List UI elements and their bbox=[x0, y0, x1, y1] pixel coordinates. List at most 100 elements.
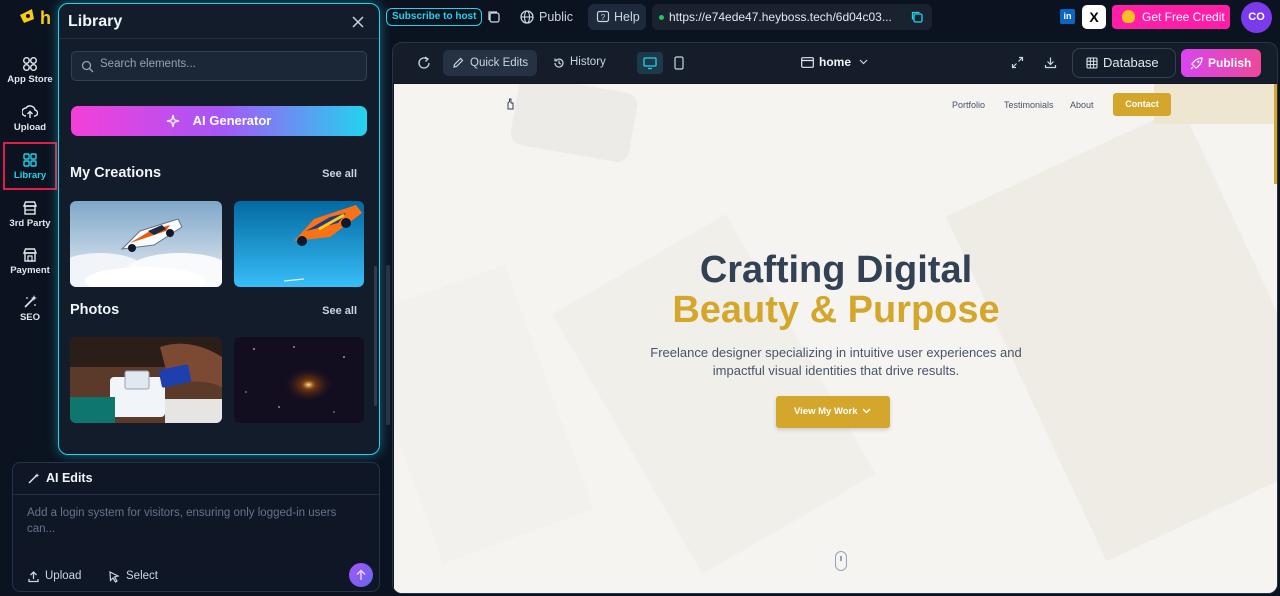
subscribe-to-host-button[interactable]: Subscribe to host bbox=[386, 8, 483, 26]
chevron-down-icon bbox=[859, 59, 868, 65]
site-url-box[interactable]: https://e74ede47.heyboss.tech/6d04c03... bbox=[652, 4, 932, 30]
nav-item-3rd-party[interactable]: 3rd Party bbox=[0, 192, 60, 240]
site-logo-icon[interactable] bbox=[504, 98, 516, 110]
photo-thumbnail[interactable] bbox=[234, 337, 364, 423]
ai-generator-button[interactable]: AI Generator bbox=[71, 106, 367, 136]
photos-title: Photos bbox=[70, 302, 120, 318]
help-label: Help bbox=[614, 10, 640, 24]
app-store-icon bbox=[23, 57, 37, 71]
library-title: Library bbox=[68, 13, 123, 30]
expand-icon[interactable] bbox=[1011, 56, 1024, 69]
hero-subtitle: Freelance designer specializing in intui… bbox=[650, 345, 1022, 378]
library-search[interactable] bbox=[71, 51, 367, 81]
nav-link-about[interactable]: About bbox=[1070, 100, 1094, 110]
quick-edits-button[interactable]: Quick Edits bbox=[443, 50, 537, 76]
mobile-view-icon[interactable] bbox=[674, 56, 684, 70]
linkedin-icon[interactable]: in bbox=[1060, 9, 1075, 24]
ai-prompt-input[interactable]: Add a login system for visitors, ensurin… bbox=[27, 505, 357, 537]
site-url[interactable]: https://e74ede47.heyboss.tech/6d04c03... bbox=[669, 10, 892, 24]
scroll-mouse-icon bbox=[835, 551, 847, 571]
history-icon bbox=[554, 58, 564, 68]
photo-thumbnail[interactable] bbox=[70, 337, 222, 423]
upload-icon bbox=[28, 571, 39, 583]
contact-button[interactable]: Contact bbox=[1113, 93, 1171, 116]
nav-label: Upload bbox=[13, 122, 47, 133]
library-scrollbar[interactable] bbox=[374, 266, 377, 406]
desktop-icon bbox=[643, 57, 657, 70]
galaxy-photo bbox=[234, 337, 364, 423]
close-icon[interactable] bbox=[351, 15, 365, 29]
refresh-icon[interactable] bbox=[417, 56, 431, 70]
view-my-work-label: View My Work bbox=[794, 406, 858, 417]
search-icon bbox=[81, 60, 94, 73]
heyboss-logo[interactable]: h bbox=[18, 5, 58, 29]
view-my-work-button[interactable]: View My Work bbox=[776, 396, 890, 428]
nav-label: 3rd Party bbox=[9, 218, 51, 229]
page-icon bbox=[801, 57, 814, 68]
store-icon bbox=[22, 201, 38, 215]
quick-edits-label: Quick Edits bbox=[470, 57, 529, 69]
see-all-photos-link[interactable]: See all bbox=[322, 305, 357, 317]
send-button[interactable] bbox=[349, 563, 373, 587]
race-car-sky-image bbox=[234, 201, 364, 287]
pencil-icon bbox=[453, 57, 464, 68]
money-bag-icon bbox=[1122, 10, 1135, 23]
creation-thumbnail[interactable] bbox=[70, 201, 222, 287]
select-button[interactable]: Select bbox=[108, 570, 158, 583]
nav-label: Payment bbox=[10, 265, 50, 276]
desktop-view-button[interactable] bbox=[637, 52, 663, 74]
arrow-up-icon bbox=[356, 569, 366, 580]
hero-heading-line2: Beauty & Purpose bbox=[672, 289, 1000, 331]
help-button[interactable]: ? Help bbox=[588, 4, 646, 30]
copy-icon[interactable] bbox=[910, 10, 924, 24]
nav-link-testimonials[interactable]: Testimonials bbox=[1004, 100, 1054, 110]
upload-button[interactable]: Upload bbox=[27, 570, 81, 583]
history-label: History bbox=[570, 56, 606, 68]
my-creations-title: My Creations bbox=[70, 165, 162, 181]
chevron-down-icon bbox=[862, 408, 871, 414]
cursor-icon bbox=[109, 570, 120, 583]
duplicate-icon[interactable] bbox=[486, 9, 502, 25]
race-car-clouds-image bbox=[70, 201, 222, 287]
divider bbox=[13, 494, 379, 495]
database-label: Database bbox=[1103, 55, 1159, 70]
nav-item-app-store[interactable]: App Store bbox=[0, 48, 60, 96]
ai-edits-title: AI Edits bbox=[27, 471, 93, 485]
editor-panel: Quick Edits History home Database Publis… bbox=[392, 42, 1278, 594]
website-preview: Portfolio Testimonials About Contact Cra… bbox=[394, 84, 1277, 593]
nav-link-portfolio[interactable]: Portfolio bbox=[952, 100, 985, 110]
ai-edits-panel: AI Edits Add a login system for visitors… bbox=[12, 462, 380, 592]
see-all-creations-link[interactable]: See all bbox=[322, 168, 357, 180]
divider bbox=[59, 38, 379, 39]
nav-item-seo[interactable]: SEO bbox=[0, 286, 60, 334]
search-input[interactable] bbox=[100, 58, 350, 70]
database-button[interactable]: Database bbox=[1072, 48, 1176, 78]
nav-item-payment[interactable]: Payment bbox=[0, 239, 60, 287]
nav-item-upload[interactable]: Upload bbox=[0, 96, 60, 144]
nav-item-library[interactable]: Library bbox=[3, 142, 57, 190]
select-label: Select bbox=[126, 570, 158, 582]
status-dot bbox=[659, 15, 664, 20]
globe-icon bbox=[520, 10, 534, 24]
publish-button[interactable]: Publish bbox=[1181, 49, 1261, 77]
user-avatar[interactable]: CO bbox=[1241, 2, 1272, 33]
sparkle-icon bbox=[166, 114, 180, 128]
library-panel: Library AI Generator My Creations See al… bbox=[58, 3, 380, 455]
panel-scrollbar[interactable] bbox=[386, 265, 390, 425]
nav-label: Library bbox=[13, 170, 47, 181]
download-icon[interactable] bbox=[1044, 56, 1057, 69]
nav-label: SEO bbox=[19, 312, 41, 323]
history-button[interactable]: History bbox=[553, 56, 606, 68]
svg-text:h: h bbox=[40, 8, 51, 28]
rocket-icon bbox=[1190, 57, 1203, 70]
ai-edits-label: AI Edits bbox=[46, 471, 93, 485]
hero-heading-line1: Crafting Digital bbox=[699, 249, 973, 291]
creation-thumbnail[interactable] bbox=[234, 201, 364, 287]
get-free-credit-button[interactable]: Get Free Credit bbox=[1112, 5, 1230, 29]
nav-label: App Store bbox=[7, 74, 53, 85]
x-social-icon[interactable]: X bbox=[1082, 5, 1106, 29]
page-selector[interactable]: home bbox=[801, 55, 868, 69]
visibility-label[interactable]: Public bbox=[539, 10, 573, 24]
hero-background bbox=[394, 84, 1277, 593]
payment-icon bbox=[22, 248, 38, 262]
